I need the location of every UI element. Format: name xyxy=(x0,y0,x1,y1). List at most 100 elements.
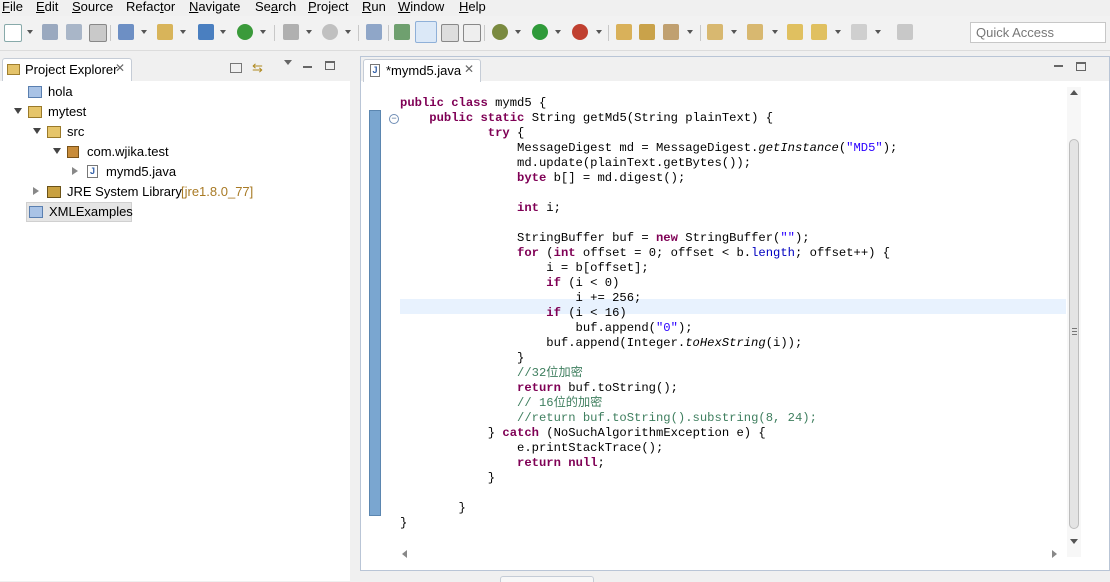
code-line: } xyxy=(400,516,408,530)
mark-occurrences-icon[interactable] xyxy=(415,21,437,43)
code-line: } xyxy=(400,501,466,515)
settings-dropdown-icon[interactable] xyxy=(345,30,351,34)
pen-icon[interactable] xyxy=(663,24,679,40)
expanded-twisty-icon[interactable] xyxy=(14,108,22,114)
menu-item[interactable]: Refactor xyxy=(126,0,175,15)
block-selection-icon[interactable] xyxy=(441,24,459,42)
code-line: StringBuffer buf = new StringBuffer(""); xyxy=(400,231,810,245)
bottom-tab-edge[interactable] xyxy=(500,576,594,582)
quick-access-input[interactable]: Quick Access xyxy=(970,22,1106,43)
open-type-dropdown-icon[interactable] xyxy=(260,30,266,34)
tree-item-xmlexamples[interactable]: XMLExamples xyxy=(26,202,133,222)
menu-item[interactable]: Navigate xyxy=(189,0,240,15)
next-annotation-icon[interactable] xyxy=(707,24,723,40)
forward-icon[interactable] xyxy=(851,24,867,40)
maximize-icon[interactable] xyxy=(1076,62,1086,71)
menu-item[interactable]: Help xyxy=(459,0,486,15)
tree-label: mytest xyxy=(48,104,87,119)
scroll-up-icon[interactable] xyxy=(1070,90,1078,95)
save-all-icon[interactable] xyxy=(66,24,82,40)
menu-item[interactable]: Edit xyxy=(36,0,58,15)
minimize-icon[interactable] xyxy=(1054,65,1063,67)
new-java-project-icon[interactable] xyxy=(118,24,134,40)
tab-project-explorer[interactable]: Project Explorer ✕ xyxy=(2,58,132,81)
code-line: int i; xyxy=(517,201,561,215)
open-folder-icon[interactable] xyxy=(616,24,632,40)
back-icon[interactable] xyxy=(811,24,827,40)
pin-editor-icon[interactable] xyxy=(897,24,913,40)
previous-annotation-icon[interactable] xyxy=(747,24,763,40)
external-tools-icon[interactable] xyxy=(572,24,588,40)
menu-item[interactable]: Search xyxy=(255,0,296,15)
scroll-right-icon[interactable] xyxy=(1052,550,1057,558)
tree-label: src xyxy=(67,124,85,139)
panel-splitter[interactable] xyxy=(350,56,360,581)
new-package-dropdown-icon[interactable] xyxy=(180,30,186,34)
new-package-icon[interactable] xyxy=(157,24,173,40)
close-icon[interactable]: ✕ xyxy=(115,61,125,75)
code-line: e.printStackTrace(); xyxy=(400,441,664,455)
forward-dropdown-icon[interactable] xyxy=(875,30,881,34)
tree-label: com.wjika.test xyxy=(87,144,169,159)
new-java-project-dropdown-icon[interactable] xyxy=(141,30,147,34)
menu-item[interactable]: File xyxy=(2,0,23,15)
save-icon[interactable] xyxy=(42,24,58,40)
collapsed-twisty-icon[interactable] xyxy=(72,167,78,175)
package-icon xyxy=(67,146,79,158)
tree-label: mymd5.java xyxy=(106,164,177,179)
new-class-dropdown-icon[interactable] xyxy=(220,30,226,34)
build-dropdown-icon[interactable] xyxy=(306,30,312,34)
previous-annotation-dropdown-icon[interactable] xyxy=(772,30,778,34)
horizontal-scrollbar[interactable] xyxy=(400,547,1060,561)
editor-tab-label: *mymd5.java xyxy=(386,63,462,78)
next-annotation-dropdown-icon[interactable] xyxy=(731,30,737,34)
tab-mymd5-java[interactable]: J *mymd5.java ✕ xyxy=(363,59,481,82)
menu-item[interactable]: Source xyxy=(72,0,113,15)
run-dropdown-icon[interactable] xyxy=(555,30,561,34)
scroll-thumb[interactable] xyxy=(1069,139,1079,529)
menu-item[interactable]: Run xyxy=(362,0,386,15)
vertical-scrollbar[interactable] xyxy=(1067,87,1081,557)
last-edit-location-icon[interactable] xyxy=(787,24,803,40)
debug-dropdown-icon[interactable] xyxy=(515,30,521,34)
code-line: md.update(plainText.getBytes()); xyxy=(400,156,752,170)
show-whitespace-icon[interactable] xyxy=(463,24,481,42)
back-dropdown-icon[interactable] xyxy=(835,30,841,34)
menu-item[interactable]: Project xyxy=(308,0,348,15)
expanded-twisty-icon[interactable] xyxy=(33,128,41,134)
print-icon[interactable] xyxy=(89,24,107,42)
new-dropdown-icon[interactable] xyxy=(27,30,33,34)
external-tools-dropdown-icon[interactable] xyxy=(596,30,602,34)
link-with-editor-icon[interactable]: ⇆ xyxy=(252,61,266,75)
source-folder-icon xyxy=(47,126,61,138)
code-line: return buf.toString(); xyxy=(517,381,678,395)
scroll-down-icon[interactable] xyxy=(1070,539,1078,544)
minimize-icon[interactable] xyxy=(303,66,312,68)
open-type-icon[interactable] xyxy=(237,24,253,40)
close-icon[interactable]: ✕ xyxy=(464,62,474,76)
new-class-icon[interactable] xyxy=(198,24,214,40)
code-line: if (i < 16) xyxy=(546,306,627,320)
java-file-icon: J xyxy=(370,64,380,77)
new-icon[interactable] xyxy=(4,24,22,42)
menu-item[interactable]: Window xyxy=(398,0,444,15)
maximize-icon[interactable] xyxy=(325,61,335,70)
toggle-breadcrumb-icon[interactable] xyxy=(394,24,410,40)
collapsed-twisty-icon[interactable] xyxy=(33,187,39,195)
code-line: byte b[] = md.digest(); xyxy=(517,171,686,185)
code-line: MessageDigest md = MessageDigest.getInst… xyxy=(400,141,898,155)
open-project-icon[interactable] xyxy=(639,24,655,40)
expanded-twisty-icon[interactable] xyxy=(53,148,61,154)
build-icon[interactable] xyxy=(283,24,299,40)
debug-icon[interactable] xyxy=(492,24,508,40)
run-icon[interactable] xyxy=(532,24,548,40)
code-editor[interactable]: − public class mymd5 { public static Str… xyxy=(361,82,1109,570)
code-line: // 16位的加密 xyxy=(517,396,603,410)
collapse-all-icon[interactable] xyxy=(230,63,242,73)
view-menu-icon[interactable] xyxy=(284,60,292,65)
fold-collapse-icon[interactable]: − xyxy=(389,114,399,124)
skip-breakpoints-icon[interactable] xyxy=(366,24,382,40)
settings-icon[interactable] xyxy=(322,24,338,40)
pen-dropdown-icon[interactable] xyxy=(687,30,693,34)
scroll-left-icon[interactable] xyxy=(402,550,407,558)
